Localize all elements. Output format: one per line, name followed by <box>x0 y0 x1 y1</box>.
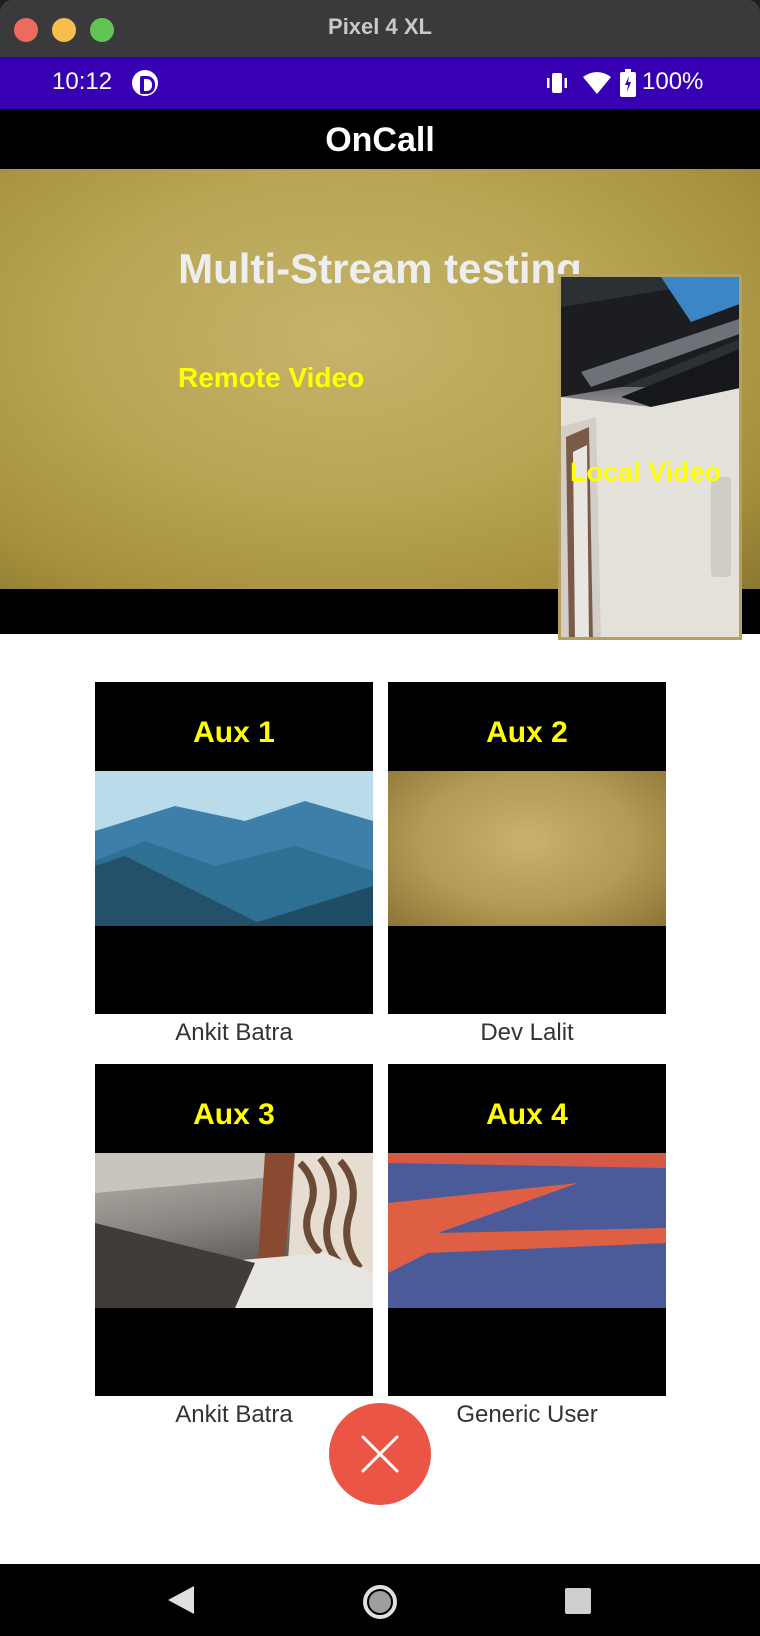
window-title: Pixel 4 XL <box>328 14 432 39</box>
app-notification-icon <box>132 70 158 96</box>
recents-square-icon[interactable] <box>563 1586 593 1616</box>
app-title: OnCall <box>325 121 435 159</box>
device-screen: 10:12 100% OnCall Multi-Stream testing R… <box>0 57 760 1636</box>
aux-video-3 <box>95 1153 373 1308</box>
aux-label-4: Aux 4 <box>486 1098 568 1131</box>
aux-name-3: Ankit Batra <box>175 1401 293 1428</box>
back-triangle-icon[interactable] <box>166 1584 196 1616</box>
aux-name-2: Dev Lalit <box>480 1019 574 1046</box>
end-call-button[interactable] <box>329 1403 431 1505</box>
wifi-icon <box>583 72 611 94</box>
aux-video-1 <box>95 771 373 926</box>
window-titlebar: Pixel 4 XL <box>0 0 760 57</box>
aux-tile-4[interactable]: Aux 4 <box>388 1064 666 1396</box>
status-time: 10:12 <box>52 68 113 95</box>
aux-video-3-frame <box>95 1153 373 1308</box>
local-video-label: Local Video <box>570 457 722 487</box>
status-bar: 10:12 100% <box>0 57 760 109</box>
aux-tile-1[interactable]: Aux 1 <box>95 682 373 1014</box>
aux-name-1: Ankit Batra <box>175 1019 293 1046</box>
battery-icon <box>620 69 636 97</box>
navigation-bar <box>0 1564 760 1636</box>
aux-video-4 <box>388 1153 666 1308</box>
remote-video-label: Remote Video <box>178 362 365 393</box>
close-icon <box>361 1435 399 1473</box>
app-bar: OnCall <box>0 109 760 169</box>
aux-video-4-frame <box>388 1153 666 1308</box>
home-circle-icon[interactable] <box>362 1584 398 1620</box>
aux-video-2 <box>388 771 666 926</box>
aux-name-4: Generic User <box>456 1401 598 1428</box>
battery-percentage: 100% <box>642 68 704 95</box>
aux-label-3: Aux 3 <box>193 1098 275 1131</box>
aux-label-1: Aux 1 <box>193 716 275 749</box>
mountains-placeholder-image <box>95 771 373 926</box>
aux-tile-2[interactable]: Aux 2 <box>388 682 666 1014</box>
vibrate-icon <box>547 73 567 93</box>
aux-tile-3[interactable]: Aux 3 <box>95 1064 373 1396</box>
aux-label-2: Aux 2 <box>486 716 568 749</box>
